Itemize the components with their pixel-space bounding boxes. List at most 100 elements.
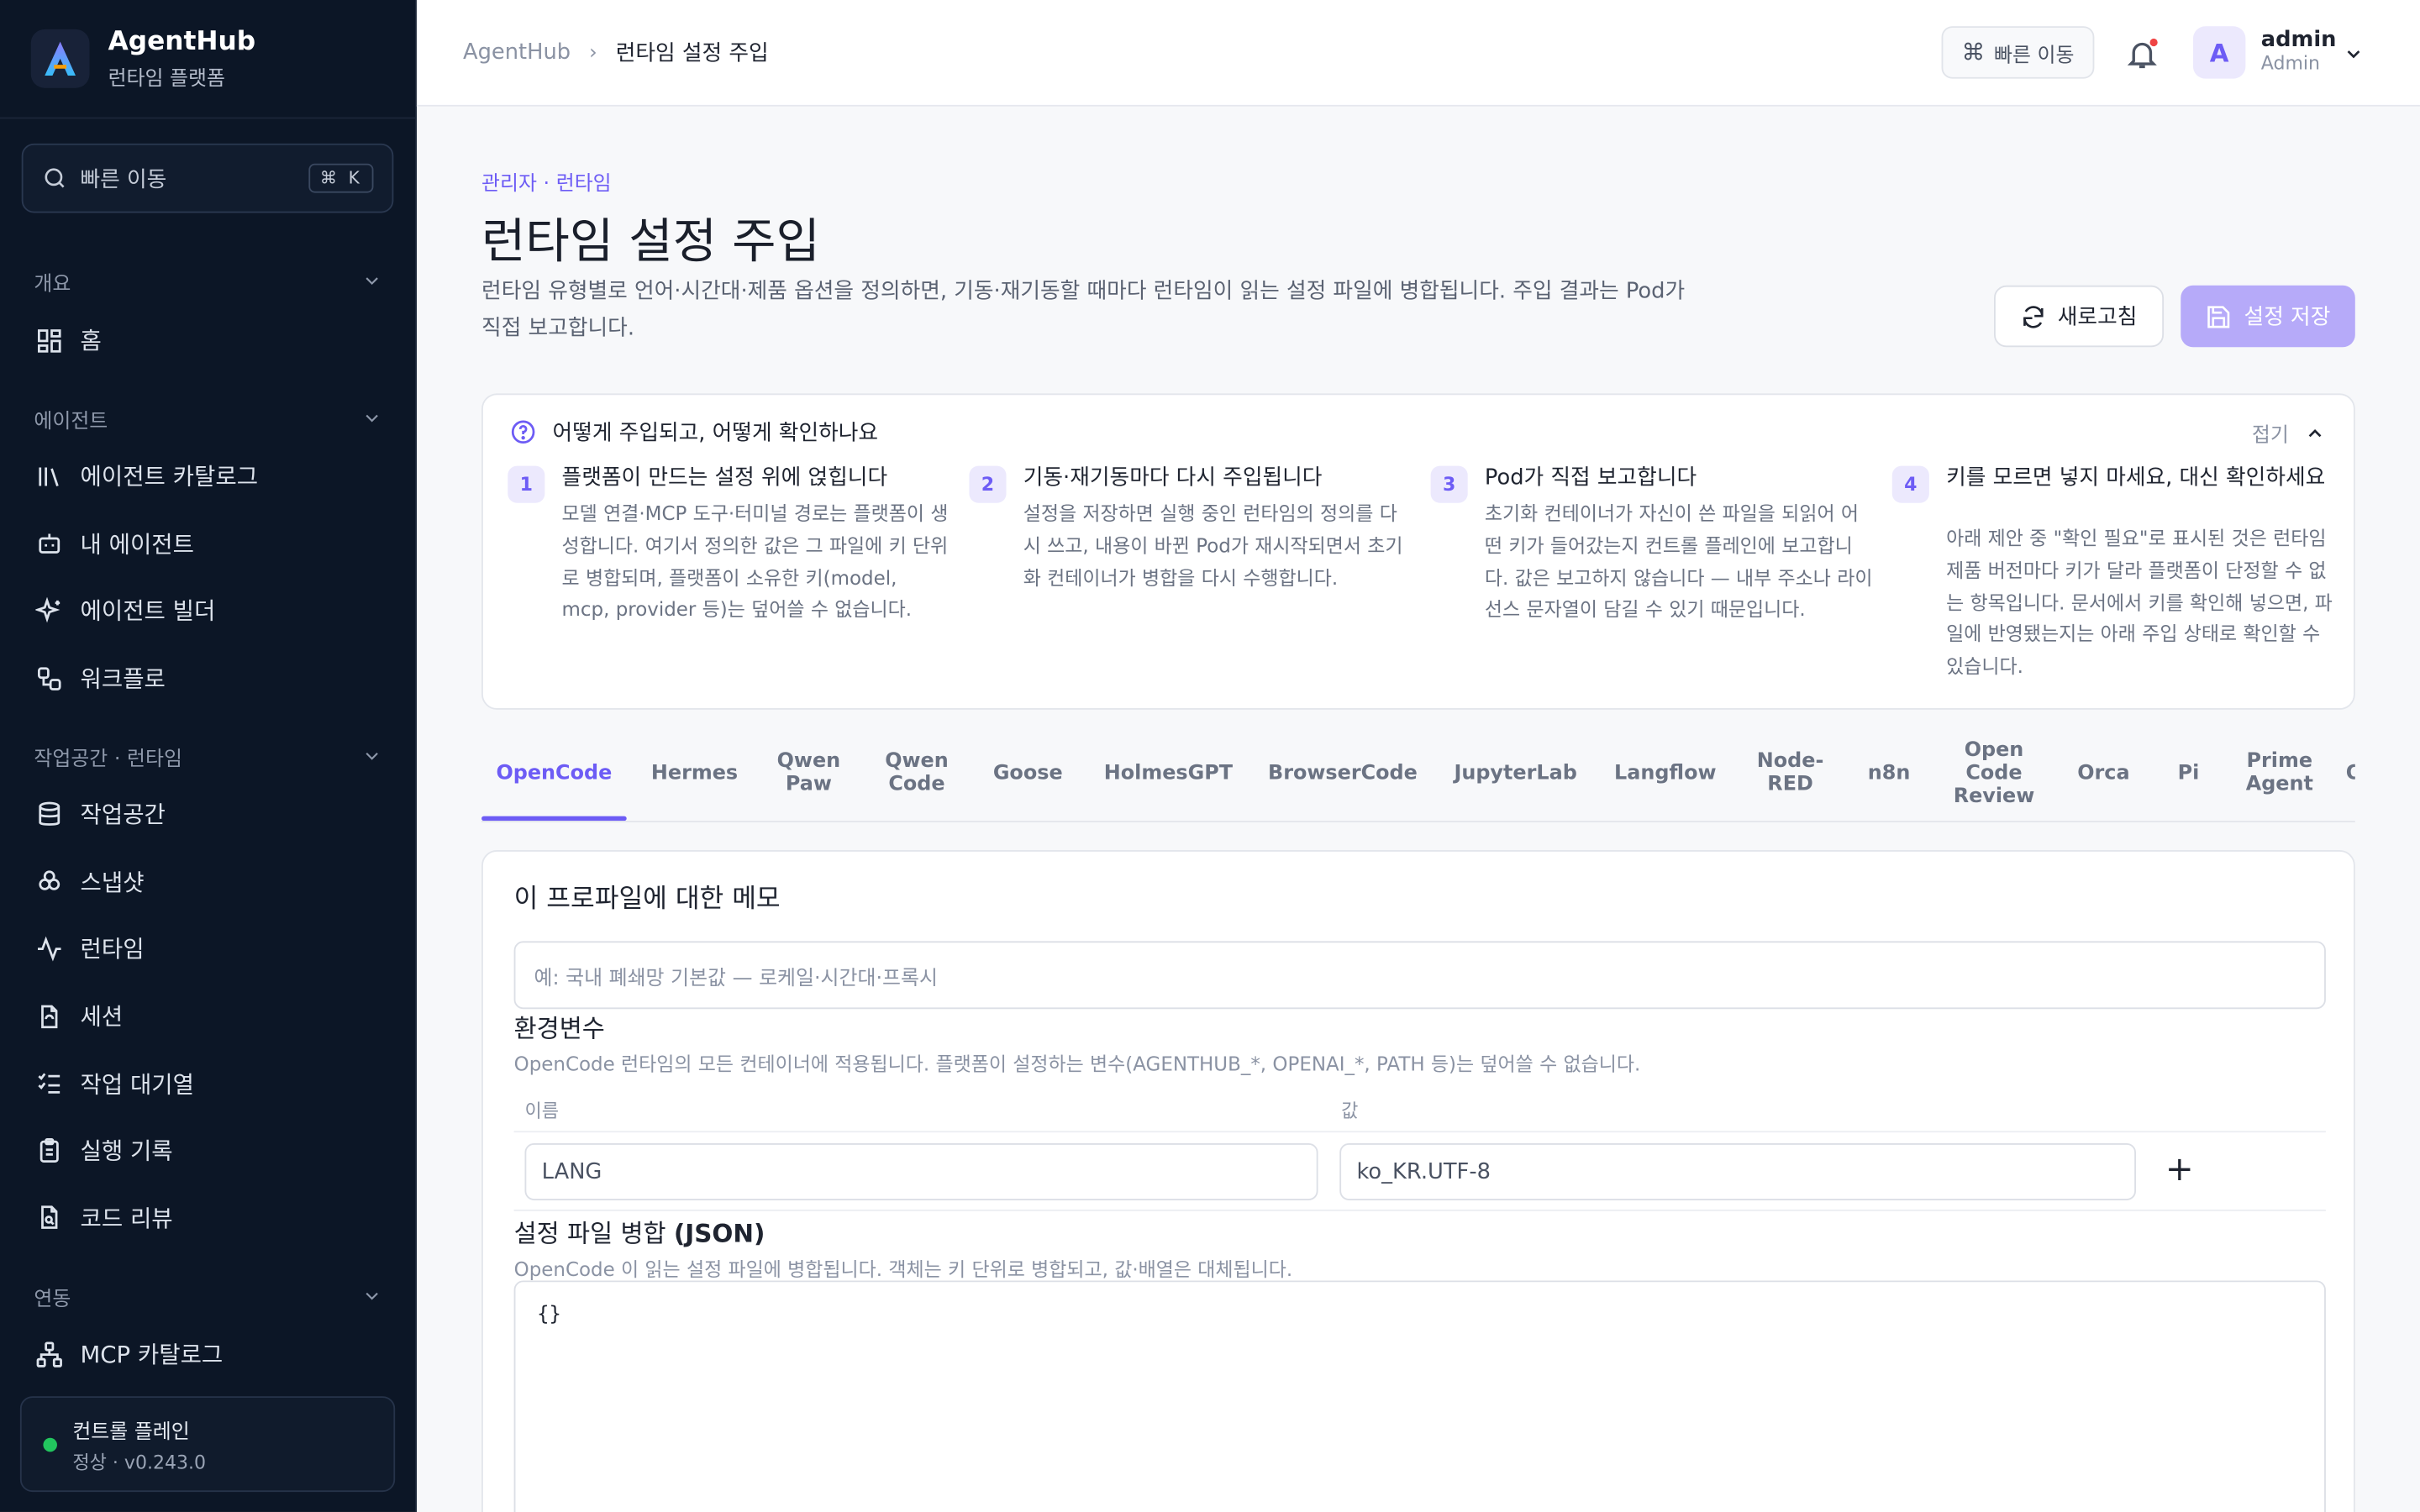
divider (513, 1209, 2326, 1211)
page-kicker: 관리자 · 런타임 (481, 172, 612, 197)
howto-header: 어떻게 주입되고, 어떻게 확인하나요 (509, 417, 878, 448)
sparkles-icon (34, 596, 65, 627)
sidebar-item-mcp-catalog[interactable]: MCP 카탈로그 (0, 1320, 417, 1388)
boxes-icon (34, 866, 65, 897)
chevron-up-icon (2308, 428, 2322, 437)
network-icon (34, 1339, 65, 1370)
sidebar-item-task-queue[interactable]: 작업 대기열 (0, 1050, 417, 1117)
chevron-down-icon (366, 1292, 378, 1300)
refresh-button[interactable]: 새로고침 (1994, 285, 2165, 348)
section-workspace-runtime[interactable]: 작업공간 · 런타임 (0, 741, 417, 772)
tab-holmesgpt[interactable]: HolmesGPT (1099, 723, 1238, 821)
sidebar-item-workspace[interactable]: 작업공간 (0, 780, 417, 848)
tab-qwen-paw[interactable]: Qwen Paw (765, 723, 852, 821)
activity-icon (34, 933, 65, 964)
save-icon (2207, 305, 2230, 328)
quick-jump-button[interactable]: ⌘ 빠른 이동 (1941, 26, 2095, 79)
sidebar-item-agent-builder[interactable]: 에이전트 빌더 (0, 577, 417, 644)
library-icon (34, 461, 65, 492)
env-value-input[interactable]: ko_KR.UTF-8 (1339, 1142, 2136, 1200)
json-editor[interactable]: {} (513, 1280, 2326, 1512)
active-tab-indicator (481, 816, 627, 822)
chevron-down-icon (366, 277, 378, 286)
memo-input[interactable]: 예: 국내 폐쇄망 기본값 — 로케일·시간대·프록시 (513, 941, 2326, 1010)
sidebar-item-runtime[interactable]: 런타임 (0, 916, 417, 983)
sidebar-search-placeholder: 빠른 이동 (80, 167, 167, 192)
divider (513, 1131, 2326, 1133)
chevron-down-icon[interactable] (2343, 43, 2365, 65)
sidebar-item-workflow[interactable]: 워크플로 (0, 644, 417, 711)
sidebar-item-run-history[interactable]: 실행 기록 (0, 1117, 417, 1184)
tab-orca[interactable]: Orca (2062, 723, 2145, 821)
tab-prime-agent[interactable]: Prime Agent (2228, 723, 2330, 821)
tab-hermes[interactable]: Hermes (633, 723, 756, 821)
runtime-tabs: OpenCode Hermes Qwen Paw Qwen Code Goose… (481, 723, 2355, 822)
notification-dot (2149, 38, 2158, 47)
control-plane-version: 정상 · v0.243.0 (72, 1451, 207, 1473)
add-env-button[interactable]: + (2165, 1151, 2194, 1189)
status-dot (43, 1436, 57, 1452)
avatar[interactable]: A (2192, 26, 2246, 79)
env-col-value: 값 (1341, 1100, 1359, 1122)
workflow-icon (34, 663, 65, 694)
tab-pi[interactable]: Pi (2158, 723, 2219, 821)
sidebar-item-snapshot[interactable]: 스냅샷 (0, 848, 417, 915)
control-plane-title: 컨트롤 플레인 (72, 1420, 190, 1444)
command-icon: ⌘ (1961, 38, 1985, 66)
tab-goose[interactable]: Goose (978, 723, 1077, 821)
env-title: 환경변수 (513, 1013, 605, 1043)
env-name-input[interactable]: LANG (524, 1142, 1318, 1200)
tab-langflow[interactable]: Langflow (1608, 723, 1723, 821)
section-agents[interactable]: 에이전트 (0, 402, 417, 433)
sidebar-item-session[interactable]: 세션 (0, 983, 417, 1050)
agenthub-logo-icon (30, 29, 90, 88)
tab-n8n[interactable]: n8n (1852, 723, 1926, 821)
tab-openh[interactable]: OpenH (2346, 723, 2355, 821)
sidebar-item-agent-catalog[interactable]: 에이전트 카탈로그 (0, 443, 417, 510)
sidebar-item-my-agents[interactable]: 내 에이전트 (0, 510, 417, 577)
search-icon (45, 168, 65, 188)
bot-icon (34, 528, 65, 559)
chevron-down-icon (366, 414, 378, 423)
shortcut-badge: ⌘ K (308, 163, 374, 193)
howto-panel: 어떻게 주입되고, 어떻게 확인하나요 접기 1 플랫폼이 만드는 설정 위에 … (481, 393, 2355, 710)
control-plane-status[interactable]: 컨트롤 플레인 정상 · v0.243.0 (19, 1396, 396, 1493)
help-circle-icon (511, 420, 535, 444)
grid-icon (34, 325, 65, 356)
top-header: AgentHub › 런타임 설정 주입 ⌘ 빠른 이동 A admin Adm… (416, 0, 2420, 107)
breadcrumb-root[interactable]: AgentHub (463, 40, 571, 65)
tab-qwen-code[interactable]: Qwen Code (872, 723, 962, 821)
breadcrumb-current: 런타임 설정 주입 (615, 41, 769, 66)
tab-opencode[interactable]: OpenCode (481, 723, 627, 821)
section-integrations[interactable]: 연동 (0, 1280, 417, 1311)
sidebar-item-code-review[interactable]: 코드 리뷰 (0, 1184, 417, 1252)
json-description: OpenCode 이 읽는 설정 파일에 병합됩니다. 객체는 키 단위로 병합… (513, 1257, 1293, 1281)
env-col-name: 이름 (524, 1100, 560, 1122)
file-search-icon (34, 1202, 65, 1233)
tab-jupyterlab[interactable]: JupyterLab (1448, 723, 1584, 821)
main-content: 관리자 · 런타임 런타임 설정 주입 런타임 유형별로 언어·시간대·제품 옵… (417, 107, 2420, 1512)
sidebar: AgentHub 런타임 플랫폼 빠른 이동 ⌘ K 개요 홈 에이전트 에이전… (0, 0, 417, 1512)
profile-form-card: 이 프로파일에 대한 메모 예: 국내 폐쇄망 기본값 — 로케일·시간대·프록… (481, 850, 2355, 1512)
tab-open-code-review[interactable]: Open Code Review (1935, 723, 2053, 821)
user-menu[interactable]: admin Admin (2261, 28, 2337, 74)
env-description: OpenCode 런타임의 모든 컨테이너에 적용됩니다. 플랫폼이 설정하는 … (513, 1052, 1641, 1076)
sidebar-item-home[interactable]: 홈 (0, 307, 417, 375)
brand[interactable]: AgentHub 런타임 플랫폼 (0, 0, 416, 119)
clipboard-icon (34, 1135, 65, 1166)
page-description: 런타임 유형별로 언어·시간대·제품 옵션을 정의하면, 기동·재기동할 때마다… (481, 279, 1686, 341)
brand-subtitle: 런타임 플랫폼 (108, 67, 225, 92)
user-name: admin (2260, 28, 2337, 53)
section-overview[interactable]: 개요 (0, 265, 417, 297)
user-role: Admin (2260, 52, 2321, 75)
database-icon (34, 799, 65, 830)
sidebar-search-input[interactable]: 빠른 이동 ⌘ K (21, 143, 394, 213)
tab-browsercode[interactable]: BrowserCode (1262, 723, 1423, 821)
checklist-icon (34, 1068, 65, 1099)
memo-title: 이 프로파일에 대한 메모 (513, 884, 781, 916)
tab-node-red[interactable]: Node-RED (1747, 723, 1833, 821)
brand-name: AgentHub (108, 26, 256, 57)
collapse-button[interactable]: 접기 (2252, 418, 2326, 448)
save-settings-button[interactable]: 설정 저장 (2181, 285, 2355, 348)
notification-bell[interactable] (2125, 37, 2159, 71)
